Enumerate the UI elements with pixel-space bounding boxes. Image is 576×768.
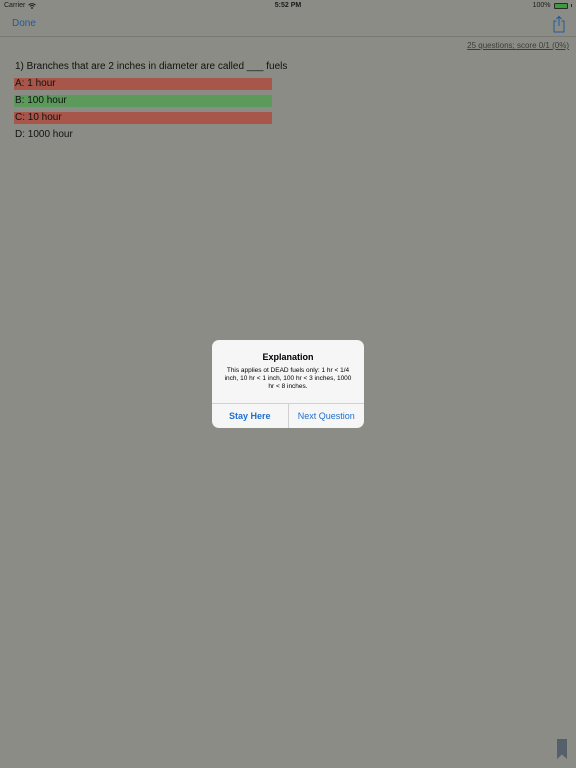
share-icon[interactable] <box>552 15 566 33</box>
done-button[interactable]: Done <box>12 18 36 29</box>
battery-tip <box>570 4 572 7</box>
status-right: 100% <box>533 2 572 9</box>
battery-percent: 100% <box>532 2 551 9</box>
stay-here-button[interactable]: Stay Here <box>212 404 288 428</box>
alert-title: Explanation <box>262 352 314 362</box>
status-bar: Carrier 5:52 PM 100% <box>0 0 576 12</box>
answer-list: A: 1 hour B: 100 hour C: 10 hour D: 1000… <box>14 78 272 146</box>
answer-option-a[interactable]: A: 1 hour <box>14 78 272 90</box>
navigation-bar: Done <box>0 12 576 37</box>
status-time: 5:52 PM <box>274 2 302 9</box>
alert-message: This applies ot DEAD fuels only: 1 hr < … <box>224 367 352 390</box>
answer-option-d[interactable]: D: 1000 hour <box>14 129 272 141</box>
next-question-button[interactable]: Next Question <box>289 404 365 428</box>
battery-fill <box>554 3 567 8</box>
battery-icon <box>553 2 568 9</box>
answer-option-c[interactable]: C: 10 hour <box>14 112 272 124</box>
score-link[interactable]: 25 questions; score 0/1 (0%) <box>467 41 569 50</box>
bookmark-icon[interactable] <box>556 738 568 760</box>
alert-button-row: Stay Here Next Question <box>212 403 364 428</box>
explanation-alert: Explanation This applies ot DEAD fuels o… <box>212 340 364 428</box>
answer-option-b[interactable]: B: 100 hour <box>14 95 272 107</box>
question-text: 1) Branches that are 2 inches in diamete… <box>15 61 288 72</box>
